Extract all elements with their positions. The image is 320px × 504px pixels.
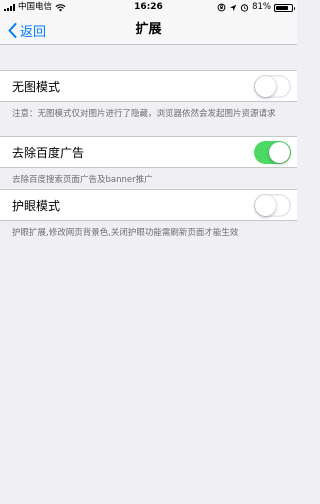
- setting-row-no-image: 无图模式: [0, 70, 297, 102]
- status-icons: 81%: [217, 0, 295, 15]
- setting-label: 护眼模式: [12, 199, 61, 213]
- setting-label: 去除百度广告: [12, 146, 85, 160]
- setting-group-remove-ads: 去除百度广告 去除百度搜索页面广告及banner推广: [0, 136, 297, 186]
- setting-row-eye-care: 护眼模式: [0, 189, 297, 221]
- setting-note: 护眼扩展,修改网页背景色,关闭护眼功能需刷新页面才能生效: [12, 228, 239, 238]
- no-image-toggle[interactable]: [254, 75, 291, 98]
- alarm-icon: [240, 4, 249, 12]
- setting-note: 去除百度搜索页面广告及banner推广: [12, 175, 153, 185]
- navigation-bar: 返回 扩展: [0, 15, 297, 45]
- toggle-knob: [255, 76, 276, 97]
- toggle-knob: [255, 195, 276, 216]
- page-title: 扩展: [135, 22, 162, 37]
- battery-icon: [274, 3, 295, 12]
- eye-care-toggle[interactable]: [254, 194, 291, 217]
- rotation-lock-icon: [217, 3, 226, 12]
- status-bar: 中国电信 16:26 81%: [0, 0, 297, 15]
- battery-percent: 81%: [252, 2, 271, 12]
- location-icon: [229, 4, 237, 11]
- remove-ads-toggle[interactable]: [254, 141, 291, 164]
- setting-label: 无图模式: [12, 80, 61, 94]
- toggle-knob: [269, 142, 290, 163]
- setting-group-eye-care: 护眼模式 护眼扩展,修改网页背景色,关闭护眼功能需刷新页面才能生效: [0, 189, 297, 239]
- setting-row-remove-ads: 去除百度广告: [0, 136, 297, 168]
- setting-group-no-image: 无图模式 注意：无图模式仅对图片进行了隐藏，浏览器依然会发起图片资源请求: [0, 70, 297, 120]
- setting-note: 注意：无图模式仅对图片进行了隐藏，浏览器依然会发起图片资源请求: [12, 109, 276, 119]
